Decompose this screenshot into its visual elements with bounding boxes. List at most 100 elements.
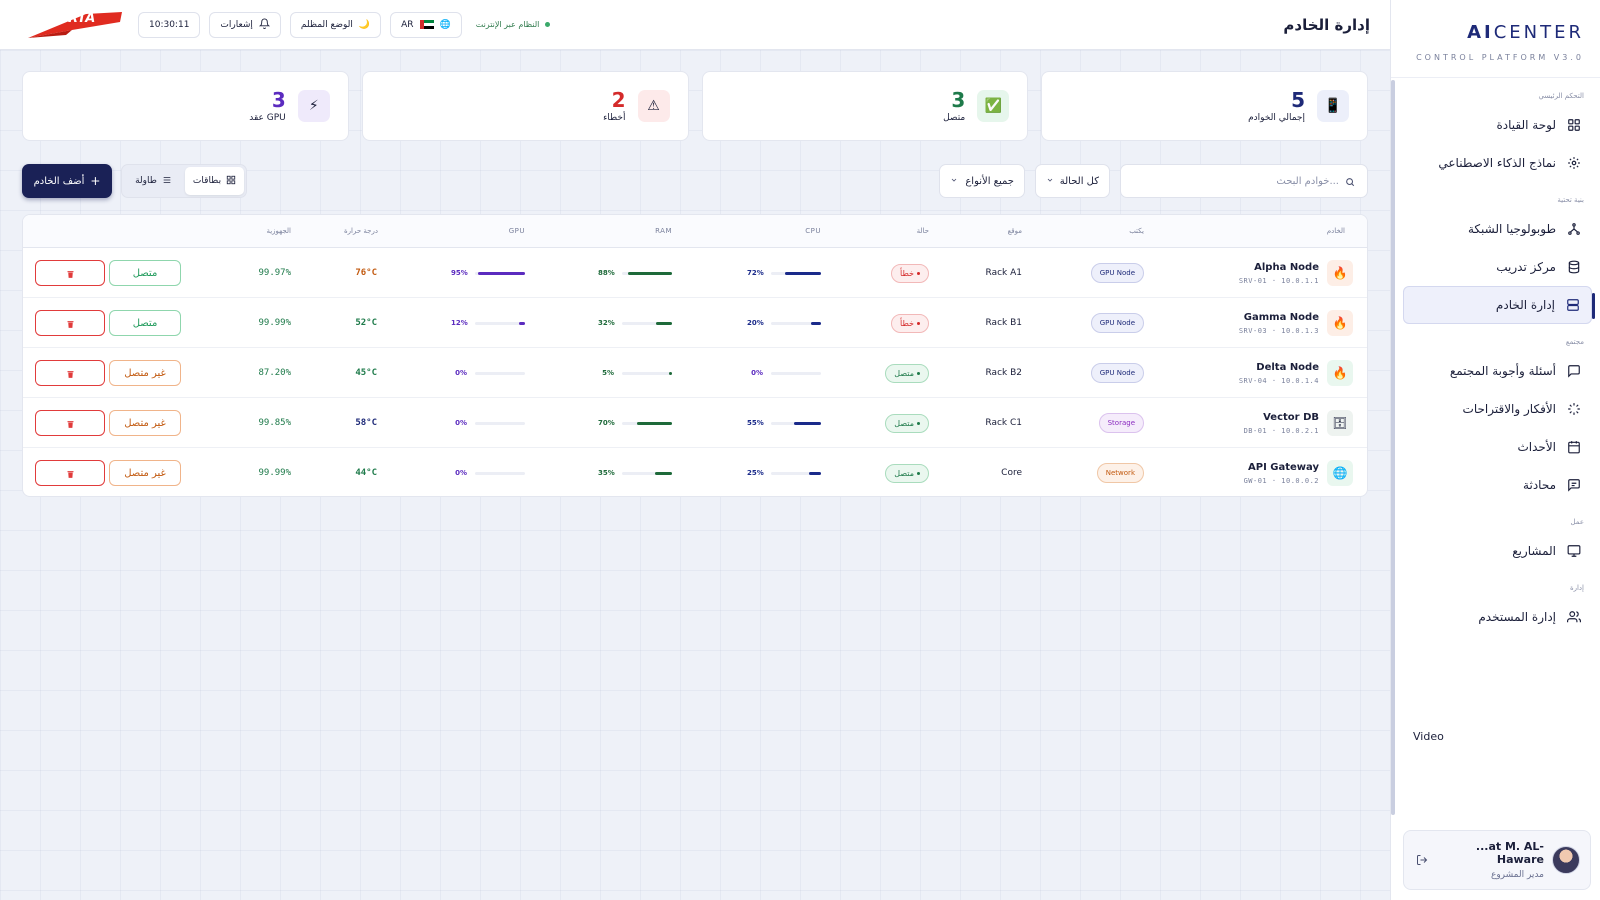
delete-button[interactable] <box>35 460 105 486</box>
server-name: Alpha Node <box>1254 261 1319 273</box>
sidebar-scrollbar[interactable] <box>1391 80 1395 815</box>
sidebar-item-chat[interactable]: أسئلة وأجوبة المجتمع <box>1403 352 1592 390</box>
sidebar-item-server[interactable]: إدارة الخادم <box>1403 286 1595 324</box>
stat-value: 3 <box>951 88 966 112</box>
toggle-connection-button[interactable]: غير متصل <box>109 360 181 386</box>
view-table-label: طاولة <box>135 176 157 186</box>
status-filter-select[interactable]: كل الحالة <box>1035 164 1110 198</box>
stat-card: ⚠ 2 أخطاء <box>361 71 689 141</box>
sidebar-item-network[interactable]: طوبولوجيا الشبكة <box>1403 210 1592 248</box>
type-filter-select[interactable]: جميع الأنواع <box>939 164 1025 198</box>
sidebar-item-label: طوبولوجيا الشبكة <box>1467 222 1556 236</box>
stat-icon: ⚠ <box>637 90 670 122</box>
delete-button[interactable] <box>35 310 105 336</box>
ram-bar <box>622 421 672 425</box>
ram-cell: 70% <box>598 398 672 448</box>
gpu-bar <box>475 371 525 375</box>
table-row[interactable]: 🗄 Vector DB DB-01 · 10.0.2.1 Storage Rack C1… <box>23 398 1367 448</box>
view-cards-button[interactable]: بطاقات <box>185 167 244 195</box>
status-cell: خطأ <box>891 248 929 298</box>
notifications-label: إشعارات <box>220 19 253 30</box>
sidebar-item-loader[interactable]: الأفكار والاقتراحات <box>1403 390 1592 428</box>
stat-value: 3 <box>271 88 286 112</box>
sidebar-item-label: محادثة <box>1523 478 1556 492</box>
status-cell: خطأ <box>891 298 929 348</box>
uptime-value: 99.99% <box>258 318 291 328</box>
gpu-percent: 0% <box>455 419 467 427</box>
toggle-connection-button[interactable]: متصل <box>109 310 181 336</box>
view-cards-label: بطاقات <box>192 176 222 186</box>
server-id-ip: SRV-04 · 10.0.1.4 <box>1238 376 1319 385</box>
type-cell: Network <box>1096 448 1144 496</box>
cpu-bar-fill <box>785 271 821 275</box>
cpu-bar <box>771 371 821 375</box>
dark-mode-toggle[interactable]: الوضع المظلم 🌙 <box>289 11 382 38</box>
globe-icon: 🌐 <box>439 19 451 30</box>
ram-cell: 32% <box>598 298 672 348</box>
gpu-bar <box>475 321 525 325</box>
sidebar-item-label: الأحداث <box>1517 440 1556 454</box>
cpu-cell: 72% <box>747 248 821 298</box>
search-box[interactable] <box>1120 164 1368 198</box>
rta-logo: RTA <box>26 8 122 42</box>
ram-cell: 35% <box>598 448 672 496</box>
toggle-connection-button[interactable]: غير متصل <box>109 460 181 486</box>
dark-mode-label: الوضع المظلم <box>300 19 353 30</box>
table-row[interactable]: 🔥 Delta Node SRV-04 · 10.0.1.4 GPU Node Rack… <box>23 348 1367 398</box>
table-row[interactable]: 🌐 API Gateway GW-01 · 10.0.0.2 Network Core م… <box>23 448 1367 496</box>
user-card[interactable]: ...at M. AL-Haware مدير المشروع <box>1403 830 1591 890</box>
cpu-cell: 55% <box>747 398 821 448</box>
sidebar-item-message[interactable]: محادثة <box>1403 466 1592 504</box>
notifications-button[interactable]: إشعارات <box>209 11 281 38</box>
server-type-icon: 🔥 <box>1327 260 1353 286</box>
uptime-value: 87.20% <box>258 368 291 378</box>
server-type-icon: 🔥 <box>1327 360 1353 386</box>
sidebar-item-sparkle[interactable]: نماذج الذكاء الاصطناعي <box>1403 144 1592 182</box>
gpu-cell: 95% <box>451 248 525 298</box>
cpu-bar <box>771 321 821 325</box>
toggle-connection-button[interactable]: غير متصل <box>109 410 181 436</box>
th-gpu: GPU <box>508 227 525 235</box>
list-icon <box>162 175 172 188</box>
view-table-button[interactable]: طاولة <box>124 167 183 195</box>
delete-button[interactable] <box>35 360 105 386</box>
sidebar-item-users[interactable]: إدارة المستخدم <box>1403 598 1592 636</box>
status-dot-icon <box>917 271 920 275</box>
server-cell: 🗄 Vector DB DB-01 · 10.0.2.1 <box>1244 398 1353 448</box>
status-badge: خطأ <box>891 313 929 333</box>
table-row[interactable]: 🔥 Alpha Node SRV-01 · 10.0.1.1 GPU Node Rack… <box>23 248 1367 298</box>
toolbar: كل الحالة جميع الأنواع بطاقات طاولة + أض… <box>22 164 1368 198</box>
stat-card: 📱 5 إجمالي الخوادم <box>1041 71 1368 141</box>
language-switcher[interactable]: AR 🌐 <box>390 11 462 38</box>
type-cell: GPU Node <box>1090 298 1144 348</box>
status-label: متصل <box>894 468 914 478</box>
cpu-percent: 72% <box>747 269 764 277</box>
uptime-cell: 99.97% <box>258 248 291 298</box>
cpu-bar-fill <box>811 321 821 325</box>
sidebar-item-grid[interactable]: لوحة القيادة <box>1403 106 1592 144</box>
sidebar-item-calendar[interactable]: الأحداث <box>1403 428 1592 466</box>
toggle-connection-button[interactable]: متصل <box>109 260 181 286</box>
sidebar-item-monitor[interactable]: المشاريع <box>1403 532 1592 570</box>
video-link[interactable]: Video <box>1413 730 1444 743</box>
add-server-button[interactable]: + أضف الخادم <box>22 164 112 198</box>
brand: AICENTER CONTROL PLATFORM V3.0 <box>1391 0 1600 78</box>
loader-icon <box>1566 401 1582 417</box>
actions-cell: متصل <box>35 298 181 348</box>
sidebar-item-database[interactable]: مركز تدريب <box>1403 248 1592 286</box>
logout-icon[interactable] <box>1414 852 1430 868</box>
nav-section-title: بنية تحتية <box>1557 196 1584 204</box>
server-id-ip: SRV-03 · 10.0.1.3 <box>1238 326 1319 335</box>
temp-cell: 58°C <box>355 398 377 448</box>
delete-button[interactable] <box>35 410 105 436</box>
user-role: مدير المشروع <box>1490 870 1544 880</box>
delete-button[interactable] <box>35 260 105 286</box>
cpu-cell: 20% <box>747 298 821 348</box>
uptime-cell: 87.20% <box>258 348 291 398</box>
ram-percent: 32% <box>598 319 615 327</box>
temp-cell: 76°C <box>355 248 377 298</box>
uptime-cell: 99.99% <box>258 448 291 496</box>
ram-percent: 88% <box>598 269 615 277</box>
table-row[interactable]: 🔥 Gamma Node SRV-03 · 10.0.1.3 GPU Node Rack… <box>23 298 1367 348</box>
search-input[interactable] <box>1133 175 1339 187</box>
